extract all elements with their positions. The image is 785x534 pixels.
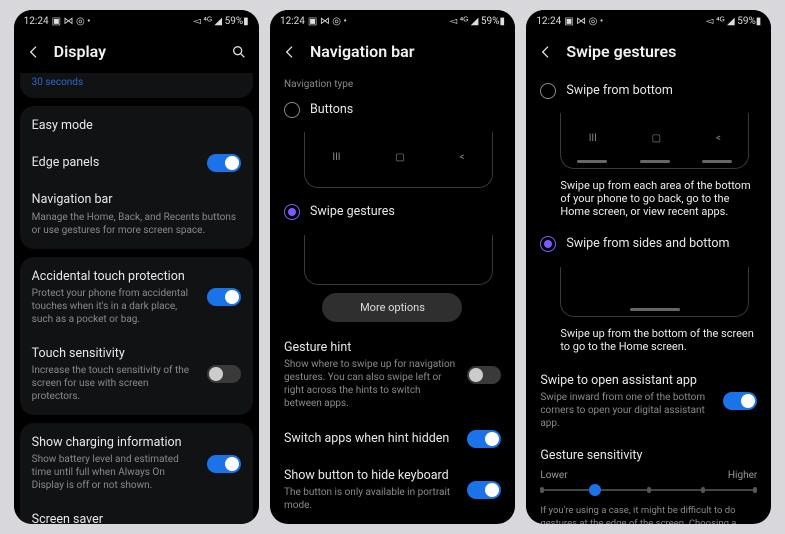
back-icon[interactable] [26,44,42,60]
swipe-sides-description: Swipe up from the bottom of the screen t… [526,323,771,363]
phone-navigation-bar-settings: 12:24▣ ⋈ ◎ • ◅ ⁴ᴳ ◢ 59%▮ Navigation bar … [270,10,515,524]
radio-swipe-sides[interactable] [540,236,556,252]
back-icon[interactable] [282,44,298,60]
accidental-touch-toggle[interactable] [207,288,241,306]
phone-swipe-gestures-settings: 12:24▣ ⋈ ◎ • ◅ ⁴ᴳ ◢ 59%▮ Swipe gestures … [526,10,771,524]
status-right-icons: ◅ ⁴ᴳ ◢ 59%▮ [193,16,249,27]
status-bar: 12:24▣ ⋈ ◎ • ◅ ⁴ᴳ ◢ 59%▮ [14,10,259,32]
option-swipe-sides-bottom[interactable]: Swipe from sides and bottom [526,226,771,262]
back-glyph-icon: < [716,133,721,144]
charging-info-row[interactable]: Show charging information Show battery l… [20,425,253,502]
page-title: Display [54,42,219,61]
slider-thumb[interactable] [589,484,601,496]
navigation-bar-row[interactable]: Navigation bar Manage the Home, Back, an… [20,182,253,246]
clock: 12:24 [280,16,305,27]
swipe-bottom-preview: III ▢ < [560,113,749,169]
more-options-button[interactable]: More options [322,293,462,322]
touch-sensitivity-toggle[interactable] [207,365,241,383]
show-keyboard-toggle[interactable] [467,481,501,499]
gesture-hint-row[interactable]: Gesture hint Show where to swipe up for … [270,330,515,420]
screen-saver-row[interactable]: Screen saver [20,502,253,524]
phone-display-settings: 12:24▣ ⋈ ◎ • ◅ ⁴ᴳ ◢ 59%▮ Display 30 seco… [14,10,259,524]
gesture-sensitivity-slider[interactable]: Lower Higher [526,464,771,501]
back-glyph-icon: < [459,152,464,163]
swipe-bottom-description: Swipe up from each area of the bottom of… [526,175,771,226]
page-title: Swipe gestures [566,42,759,61]
accidental-touch-row[interactable]: Accidental touch protection Protect your… [20,259,253,336]
clock: 12:24 [24,16,49,27]
status-right-icons: ◅ ⁴ᴳ ◢ 59%▮ [706,16,762,27]
easy-mode-row[interactable]: Easy mode [20,108,253,144]
page-title: Navigation bar [310,42,503,61]
home-icon: ▢ [395,152,404,163]
gesture-hint-toggle[interactable] [467,366,501,384]
home-icon: ▢ [652,133,661,144]
status-right-icons: ◅ ⁴ᴳ ◢ 59%▮ [449,16,505,27]
assistant-swipe-row[interactable]: Swipe to open assistant app Swipe inward… [526,363,771,440]
radio-buttons[interactable] [284,102,300,118]
option-swipe-from-bottom[interactable]: Swipe from bottom [526,73,771,109]
option-swipe-gestures[interactable]: Swipe gestures [270,194,515,230]
switch-apps-row[interactable]: Switch apps when hint hidden [270,420,515,458]
clock: 12:24 [536,16,561,27]
recents-icon: III [332,152,340,163]
swipe-sides-preview [560,267,749,317]
status-bar: 12:24▣ ⋈ ◎ • ◅ ⁴ᴳ ◢ 59%▮ [270,10,515,32]
radio-swipe-gestures[interactable] [284,204,300,220]
recents-icon: III [589,133,597,144]
status-bar: 12:24▣ ⋈ ◎ • ◅ ⁴ᴳ ◢ 59%▮ [526,10,771,32]
slider-higher-label: Higher [728,470,757,481]
touch-sensitivity-row[interactable]: Touch sensitivity Increase the touch sen… [20,336,253,413]
option-buttons[interactable]: Buttons [270,92,515,128]
screen-timeout-value[interactable]: 30 seconds [32,77,241,88]
show-keyboard-button-row[interactable]: Show button to hide keyboard The button … [270,458,515,522]
charging-info-toggle[interactable] [207,455,241,473]
status-left-icons: ▣ ⋈ ◎ • [52,16,91,27]
radio-swipe-bottom[interactable] [540,83,556,99]
header: Display [14,32,259,73]
swipe-preview [304,235,493,285]
switch-apps-toggle[interactable] [467,430,501,448]
sensitivity-footnote: If you're using a case, it might be diff… [526,501,771,524]
gesture-sensitivity-row: Gesture sensitivity [526,440,771,464]
back-icon[interactable] [538,44,554,60]
header: Swipe gestures [526,32,771,73]
section-navigation-type: Navigation type [270,73,515,92]
buttons-preview: III ▢ < [304,132,493,188]
assistant-swipe-toggle[interactable] [723,392,757,410]
edge-panels-toggle[interactable] [207,154,241,172]
status-left-icons: ▣ ⋈ ◎ • [308,16,347,27]
slider-lower-label: Lower [540,470,567,481]
search-icon[interactable] [231,44,247,60]
header: Navigation bar [270,32,515,73]
status-left-icons: ▣ ⋈ ◎ • [564,16,603,27]
edge-panels-row[interactable]: Edge panels [20,144,253,182]
